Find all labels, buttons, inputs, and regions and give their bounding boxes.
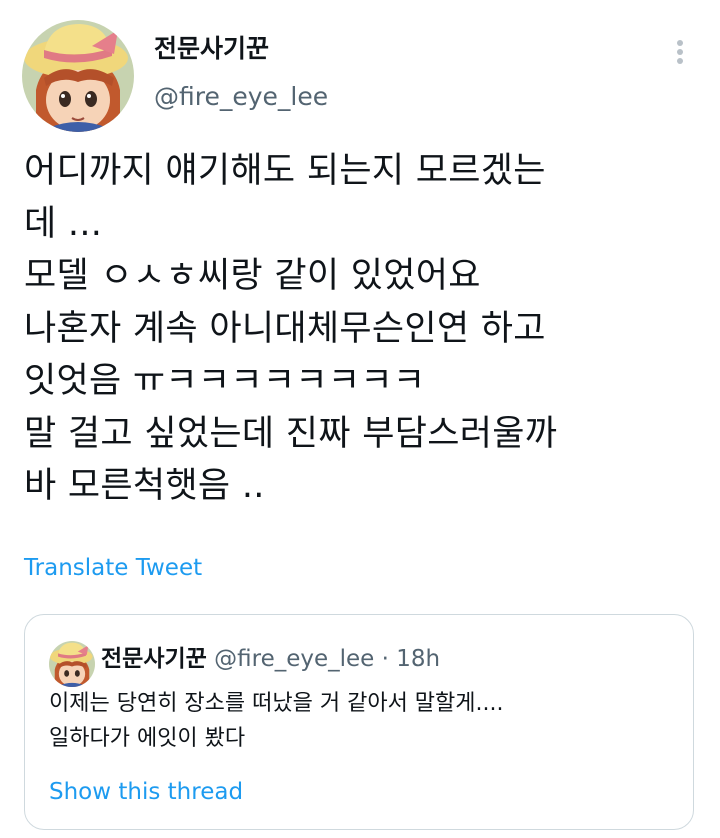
author-name[interactable]: 전문사기꾼 [154,34,269,64]
quote-author-handle: @fire_eye_lee [214,646,375,672]
show-thread-link[interactable]: Show this thread [49,777,243,807]
avatar-image [22,20,134,132]
quote-author-avatar [49,641,95,687]
quoted-tweet-card[interactable]: 전문사기꾼 @fire_eye_lee · 18h 이제는 당연히 장소를 떠났… [24,614,694,830]
quote-text: 이제는 당연히 장소를 떠났을 거 같아서 말할게.... 일하다가 에잇이 봤… [49,686,679,756]
quote-text-line: 일하다가 에잇이 봤다 [49,726,246,751]
tweet-text-line: 잇엇음 ㅠㅋㅋㅋㅋㅋㅋㅋㅋ [24,361,426,401]
tweet-text-line: 어디까지 얘기해도 되는지 모르겠는 [24,151,546,191]
more-dot [677,49,683,55]
quote-header: 전문사기꾼 @fire_eye_lee · 18h [101,642,440,676]
more-dot [677,58,683,64]
author-avatar[interactable] [22,20,134,132]
tweet-text-line: 나혼자 계속 아니대체무슨인연 하고 [24,308,546,349]
author-handle[interactable]: @fire_eye_lee [154,82,328,112]
tweet-text-line: 말 걸고 싶었는데 진짜 부담스러울까 [24,413,558,454]
tweet-text-line: 바 모른척햇음 .. [24,466,265,506]
quote-author-name: 전문사기꾼 [101,646,207,672]
translate-tweet-link[interactable]: Translate Tweet [24,553,202,583]
quote-timestamp[interactable]: 18h [396,646,440,672]
tweet-text: 어디까지 얘기해도 되는지 모르겠는 데 ... 모델 ㅇㅅㅎ씨랑 같이 있었어… [24,145,704,513]
quote-text-line: 이제는 당연히 장소를 떠났을 거 같아서 말할게.... [49,691,504,716]
tweet-text-line: 데 ... [24,203,103,244]
quote-separator: · [381,646,389,672]
quote-avatar-image [49,641,95,687]
tweet: 전문사기꾼 @fire_eye_lee 어디까지 얘기해도 되는지 모르겠는 데… [0,0,720,838]
more-options-icon[interactable] [664,34,696,70]
tweet-text-line: 모델 ㅇㅅㅎ씨랑 같이 있었어요 [24,256,481,296]
more-dot [677,40,683,46]
